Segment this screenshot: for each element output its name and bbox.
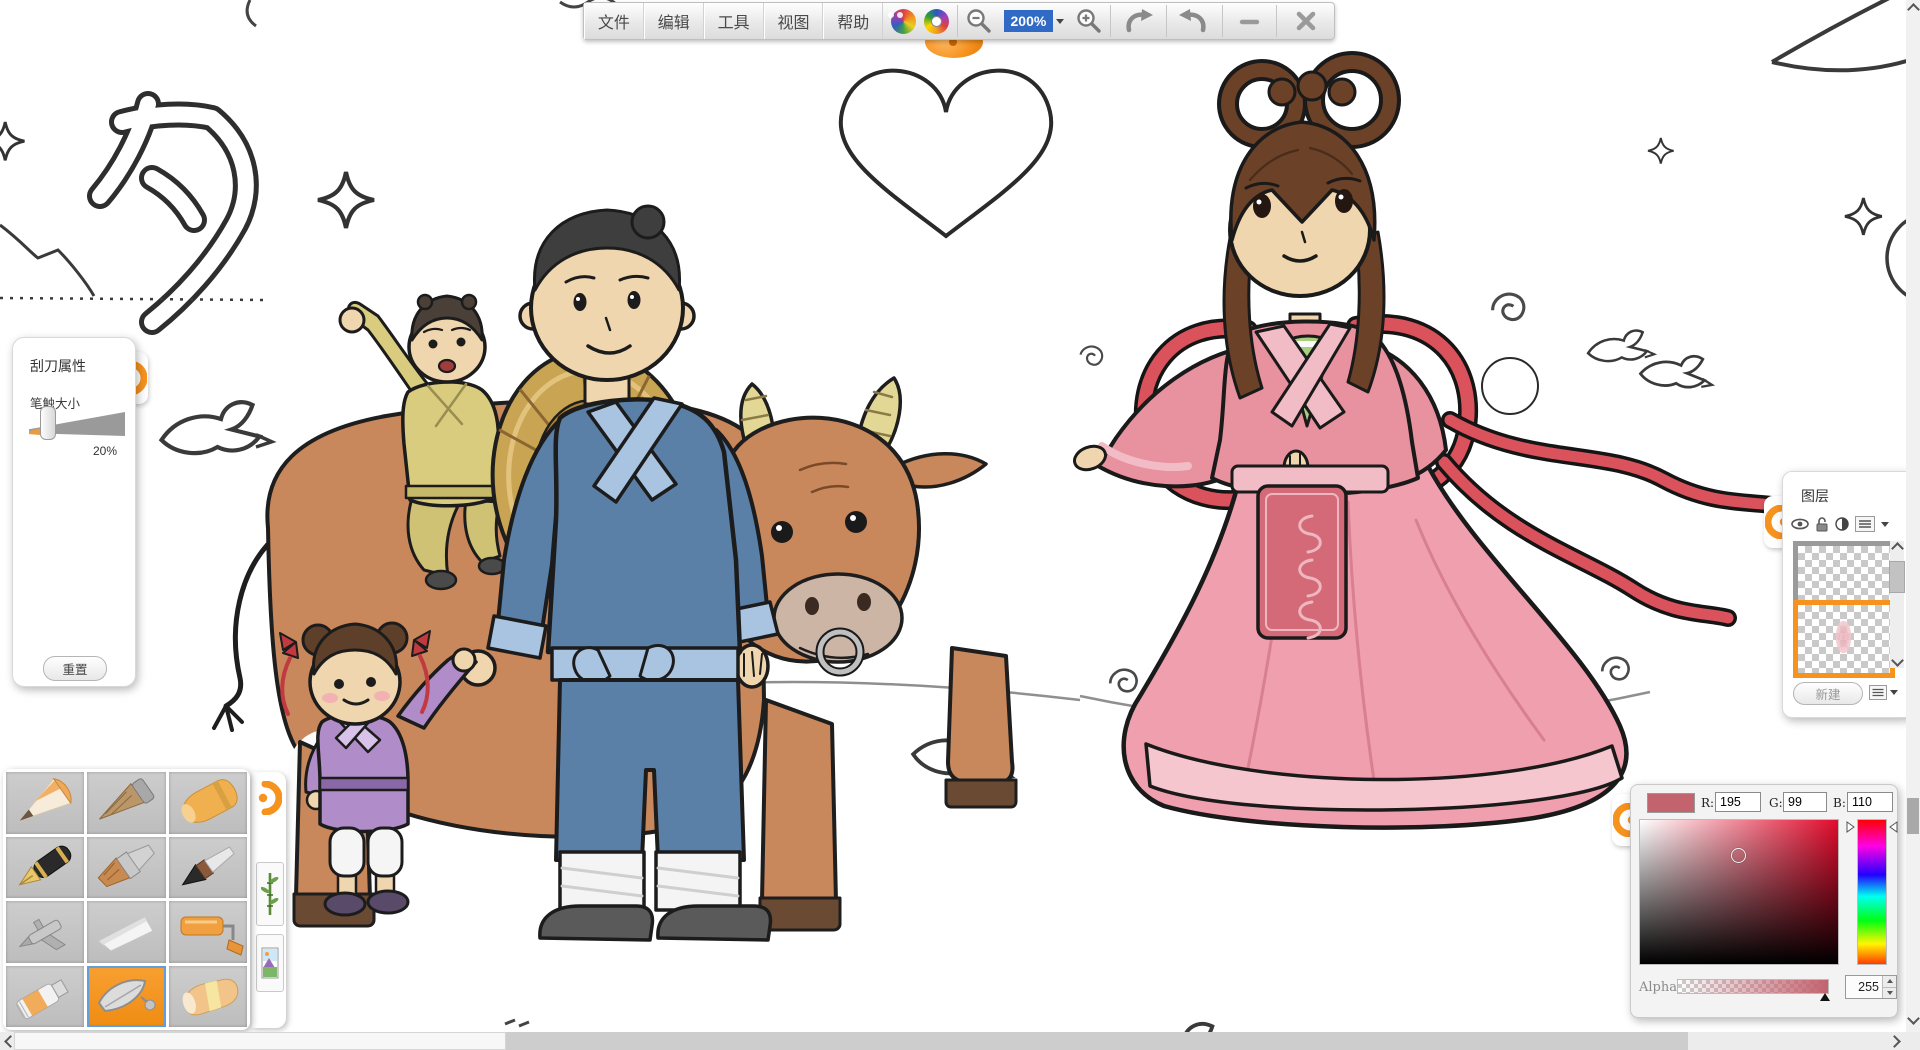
brush-size-slider[interactable] <box>40 406 56 440</box>
minimize-button[interactable] <box>1223 3 1276 39</box>
scroll-down-arrow[interactable] <box>1907 1012 1920 1025</box>
hue-marker-right[interactable] <box>1889 821 1898 833</box>
sv-cursor[interactable] <box>1731 848 1746 863</box>
layers-panel-title: 图层 <box>1801 486 1829 506</box>
layer-menu-caret[interactable] <box>1881 522 1889 527</box>
app-swirl-icon[interactable] <box>924 3 957 39</box>
brush-cursor <box>1482 358 1538 414</box>
heart-outline <box>841 71 1051 236</box>
tool-paint-roller[interactable] <box>169 901 247 963</box>
tool-ink-brush[interactable] <box>169 837 247 899</box>
g-label: G: <box>1769 796 1783 810</box>
menu-view[interactable]: 视图 <box>764 3 824 39</box>
alpha-bar[interactable] <box>1677 979 1829 994</box>
zoom-out-icon[interactable] <box>958 3 1000 39</box>
app-figure-icon[interactable] <box>883 3 924 39</box>
alpha-value: 255 <box>1846 976 1882 998</box>
layer-list-menu-icon[interactable] <box>1869 685 1887 700</box>
horizontal-scroll-track[interactable] <box>506 1032 1688 1050</box>
menu-edit[interactable]: 编辑 <box>644 3 704 39</box>
current-color-swatch <box>1647 793 1695 813</box>
redo-button[interactable] <box>1167 3 1222 39</box>
hue-bar[interactable] <box>1857 819 1887 965</box>
zoom-dropdown-button[interactable] <box>1053 3 1068 39</box>
weaver-girl <box>1071 62 1792 828</box>
tool-chalk[interactable] <box>87 901 165 963</box>
palette-handle[interactable] <box>252 781 286 815</box>
tool-fountain-pen[interactable] <box>6 837 84 899</box>
menu-help[interactable]: 帮助 <box>823 3 883 39</box>
r-label: R: <box>1701 796 1714 810</box>
palette-side-strip <box>252 772 286 1028</box>
vertical-scroll-thumb[interactable] <box>1907 798 1919 834</box>
bamboo-stamp-button[interactable] <box>256 862 284 926</box>
brush-size-value: 20% <box>93 444 117 458</box>
tool-pencil[interactable] <box>6 772 84 834</box>
scroll-up-arrow[interactable] <box>1907 3 1920 16</box>
close-button[interactable] <box>1277 3 1334 39</box>
vertical-scrollbar[interactable] <box>1906 0 1920 1032</box>
alpha-label: Alpha <box>1639 980 1677 995</box>
scraper-properties-panel: 刮刀属性 笔触大小 20% 重置 <box>12 337 136 687</box>
menu-tools[interactable]: 工具 <box>704 3 764 39</box>
picture-icon <box>261 942 279 984</box>
b-input[interactable] <box>1847 792 1893 812</box>
blend-contrast-icon[interactable] <box>1835 517 1849 531</box>
tool-scraper[interactable] <box>87 966 165 1028</box>
alpha-up-button[interactable] <box>1883 976 1896 987</box>
tool-crayon[interactable] <box>169 772 247 834</box>
tool-airbrush[interactable] <box>6 901 84 963</box>
menu-file[interactable]: 文件 <box>584 3 644 39</box>
alpha-spinner[interactable]: 255 <box>1845 975 1897 999</box>
layer-menu-icon[interactable] <box>1855 516 1875 532</box>
crescent-moon <box>1772 0 1920 70</box>
hue-marker-left[interactable] <box>1846 821 1855 833</box>
char-qixi <box>100 104 246 322</box>
new-layer-button[interactable]: 新建 <box>1793 682 1863 705</box>
tool-palette <box>3 769 250 1030</box>
r-input[interactable] <box>1715 792 1761 812</box>
scroll-right-arrow[interactable] <box>1888 1035 1901 1048</box>
main-toolbar: 文件 编辑 工具 视图 帮助 200% <box>583 2 1335 40</box>
horizontal-scroll-thumb[interactable] <box>14 1032 506 1050</box>
tool-wooden-pen[interactable] <box>87 772 165 834</box>
picture-stamp-button[interactable] <box>256 934 284 992</box>
unlock-icon[interactable] <box>1815 517 1829 532</box>
alpha-down-button[interactable] <box>1883 987 1896 999</box>
layer-2-content-preview <box>1836 621 1851 653</box>
color-picker-panel: R: G: B: Alpha 255 <box>1630 784 1898 1018</box>
layer-list-menu-caret[interactable] <box>1890 690 1898 695</box>
tool-paint-tube[interactable] <box>6 966 84 1028</box>
bamboo-icon <box>261 870 279 918</box>
alpha-marker[interactable] <box>1819 993 1831 1002</box>
g-input[interactable] <box>1783 792 1827 812</box>
visibility-eye-icon[interactable] <box>1791 517 1809 531</box>
tool-paintbrush[interactable] <box>87 837 165 899</box>
scraper-panel-title: 刮刀属性 <box>30 356 86 376</box>
layer-1-thumbnail[interactable] <box>1793 541 1895 607</box>
saturation-value-square[interactable] <box>1639 819 1839 965</box>
undo-button[interactable] <box>1111 3 1166 39</box>
layer-2-thumbnail[interactable] <box>1793 600 1895 678</box>
zoom-level-value[interactable]: 200% <box>1004 10 1053 32</box>
horizontal-scrollbar[interactable] <box>0 1032 1920 1050</box>
b-label: B: <box>1833 796 1846 810</box>
reset-button[interactable]: 重置 <box>43 656 107 681</box>
tool-eraser[interactable] <box>169 966 247 1028</box>
layers-panel: 图层 新建 <box>1782 471 1914 718</box>
layers-scrollbar[interactable] <box>1890 541 1904 668</box>
zoom-in-icon[interactable] <box>1068 3 1110 39</box>
